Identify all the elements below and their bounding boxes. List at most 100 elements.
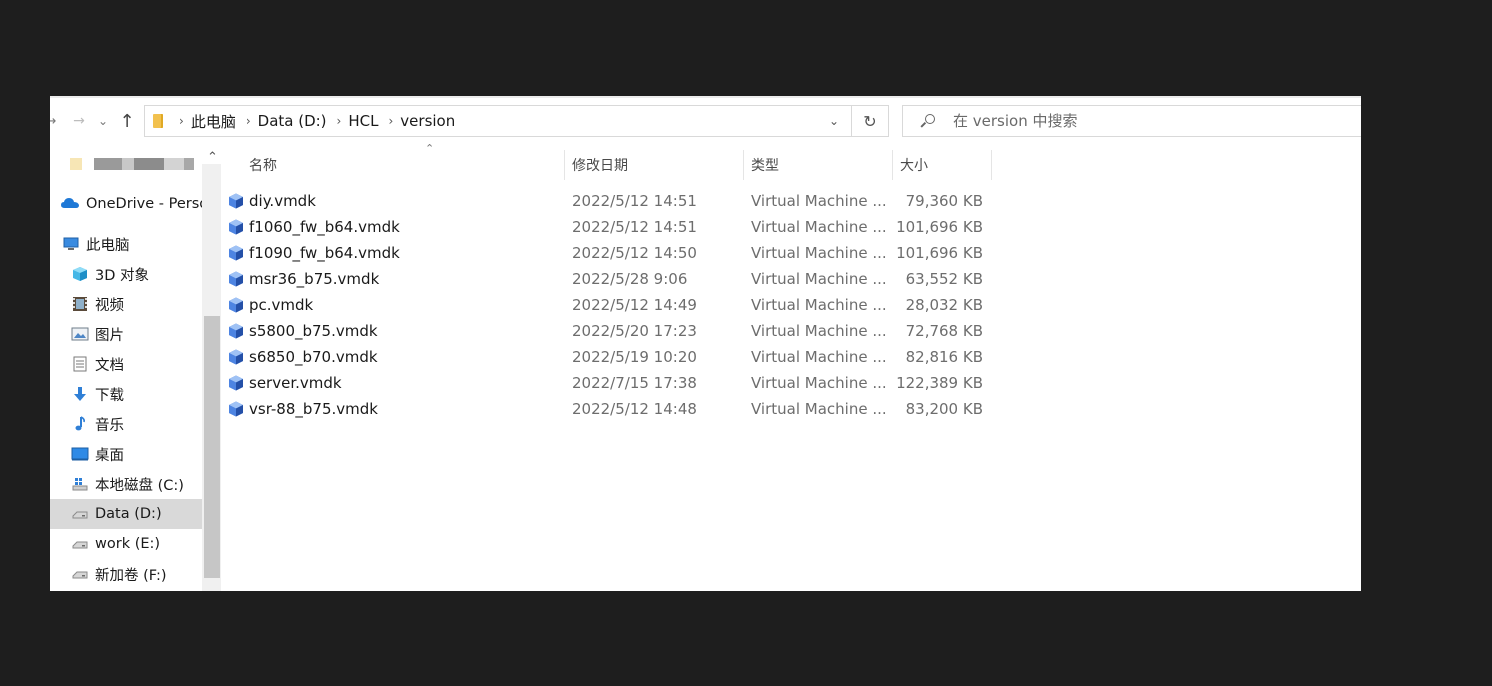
file-name[interactable]: server.vmdk [249, 370, 342, 396]
file-explorer-window: → → ⌄ ↑ › 此电脑 › Data (D:) › HCL › version ⌄ ↻ O… [50, 96, 1361, 591]
sidebar-item-label: 下载 [95, 387, 124, 404]
column-header-date-label: 修改日期 [572, 158, 628, 174]
breadcrumb-item[interactable]: 此电脑 [191, 111, 236, 132]
sidebar-item-8[interactable]: 桌面 [50, 439, 202, 469]
vmdk-file-icon [228, 323, 244, 339]
sidebar-item-6[interactable]: 下载 [50, 379, 202, 409]
chevron-right-icon[interactable]: › [246, 114, 251, 128]
file-date: 2022/5/12 14:51 [572, 192, 697, 210]
3d-objects-icon [71, 266, 89, 282]
file-size: 101,696 KB [896, 218, 983, 236]
address-dropdown-chevron-icon[interactable]: ⌄ [817, 106, 851, 136]
file-date: 2022/5/19 10:20 [572, 348, 697, 366]
pictures-icon [71, 326, 89, 342]
file-type: Virtual Machine ... [751, 296, 887, 314]
file-row[interactable]: s5800_b75.vmdk 2022/5/20 17:23 Virtual Mac… [222, 318, 1022, 344]
file-name[interactable]: f1060_fw_b64.vmdk [249, 214, 400, 240]
sidebar-item-label: 本地磁盘 (C:) [95, 477, 184, 494]
sort-ascending-icon: ⌃ [425, 142, 435, 155]
file-row[interactable]: server.vmdk 2022/7/15 17:38 Virtual Machin… [222, 370, 1022, 396]
desktop-icon [71, 446, 89, 462]
file-name[interactable]: msr36_b75.vmdk [249, 266, 379, 292]
file-size: 79,360 KB [905, 192, 983, 210]
system-drive-icon [71, 476, 89, 492]
quick-access-item-blurred[interactable] [70, 158, 200, 170]
sidebar-item-4[interactable]: 图片 [50, 319, 202, 349]
file-name[interactable]: vsr-88_b75.vmdk [249, 396, 378, 422]
address-bar[interactable]: › 此电脑 › Data (D:) › HCL › version ⌄ [144, 105, 851, 137]
vmdk-file-icon [228, 375, 244, 391]
column-header-size-label: 大小 [900, 158, 928, 174]
file-size: 122,389 KB [896, 374, 983, 392]
up-arrow-icon[interactable]: ↑ [116, 102, 138, 140]
breadcrumb-item[interactable]: version [400, 112, 455, 130]
search-input[interactable] [951, 111, 1335, 131]
sidebar-item-12[interactable]: 新加卷 (F:) [50, 559, 202, 589]
refresh-icon[interactable]: ↻ [851, 105, 889, 137]
sidebar-item-label: 3D 对象 [95, 267, 149, 284]
breadcrumb: › 此电脑 › Data (D:) › HCL › version [169, 111, 455, 132]
file-type: Virtual Machine ... [751, 400, 887, 418]
search-box[interactable] [902, 105, 1361, 137]
column-header-size[interactable]: 大小 [900, 146, 990, 184]
chevron-right-icon[interactable]: › [179, 114, 184, 128]
downloads-icon [71, 386, 89, 402]
file-size: 72,768 KB [905, 322, 983, 340]
vmdk-file-icon [228, 271, 244, 287]
file-name[interactable]: pc.vmdk [249, 292, 313, 318]
column-divider[interactable] [991, 150, 992, 180]
column-divider[interactable] [743, 150, 744, 180]
sidebar-item-3[interactable]: 视频 [50, 289, 202, 319]
sidebar-item-5[interactable]: 文档 [50, 349, 202, 379]
sidebar-scrollbar-thumb[interactable] [204, 316, 220, 578]
forward-arrow-icon[interactable]: → [68, 102, 90, 140]
column-divider[interactable] [564, 150, 565, 180]
file-row[interactable]: diy.vmdk 2022/5/12 14:51 Virtual Machine .… [222, 188, 1022, 214]
column-header-name[interactable]: 名称 ⌃ [249, 142, 559, 184]
vmdk-file-icon [228, 401, 244, 417]
sidebar-item-11[interactable]: work (E:) [50, 529, 202, 559]
sidebar-item-label: 新加卷 (F:) [95, 567, 167, 584]
sidebar-item-1[interactable]: 此电脑 [50, 229, 202, 259]
file-name[interactable]: f1090_fw_b64.vmdk [249, 240, 400, 266]
back-arrow-icon[interactable]: → [50, 102, 58, 140]
file-row[interactable]: f1060_fw_b64.vmdk 2022/5/12 14:51 Virtual … [222, 214, 1022, 240]
chevron-right-icon[interactable]: › [388, 114, 393, 128]
chevron-down-icon[interactable]: ⌄ [92, 102, 114, 140]
file-date: 2022/5/20 17:23 [572, 322, 697, 340]
column-header-type-label: 类型 [751, 158, 779, 174]
file-date: 2022/5/28 9:06 [572, 270, 688, 288]
sidebar-item-0[interactable]: OneDrive - Perso [50, 189, 202, 219]
sidebar-item-label: 文档 [95, 357, 124, 374]
onedrive-cloud-icon [60, 196, 80, 212]
file-row[interactable]: msr36_b75.vmdk 2022/5/28 9:06 Virtual Mach… [222, 266, 1022, 292]
breadcrumb-item[interactable]: HCL [348, 112, 378, 130]
file-row[interactable]: vsr-88_b75.vmdk 2022/5/12 14:48 Virtual Ma… [222, 396, 1022, 422]
file-size: 82,816 KB [905, 348, 983, 366]
sidebar-item-label: Data (D:) [95, 506, 162, 522]
breadcrumb-item[interactable]: Data (D:) [258, 112, 327, 130]
chevron-up-icon[interactable]: ⌃ [207, 150, 218, 165]
file-type: Virtual Machine ... [751, 192, 887, 210]
vmdk-file-icon [228, 193, 244, 209]
search-icon [920, 114, 935, 128]
file-row[interactable]: f1090_fw_b64.vmdk 2022/5/12 14:50 Virtual … [222, 240, 1022, 266]
sidebar-item-10[interactable]: Data (D:) [50, 499, 202, 529]
file-row[interactable]: pc.vmdk 2022/5/12 14:49 Virtual Machine ..… [222, 292, 1022, 318]
column-divider[interactable] [892, 150, 893, 180]
file-size: 28,032 KB [905, 296, 983, 314]
videos-icon [71, 296, 89, 312]
file-name[interactable]: s5800_b75.vmdk [249, 318, 378, 344]
column-header-date[interactable]: 修改日期 [572, 146, 742, 184]
chevron-right-icon[interactable]: › [337, 114, 342, 128]
column-header-type[interactable]: 类型 [751, 146, 891, 184]
file-date: 2022/5/12 14:51 [572, 218, 697, 236]
sidebar-item-7[interactable]: 音乐 [50, 409, 202, 439]
file-name[interactable]: diy.vmdk [249, 188, 316, 214]
sidebar-item-label: 视频 [95, 297, 124, 314]
file-row[interactable]: s6850_b70.vmdk 2022/5/19 10:20 Virtual Mac… [222, 344, 1022, 370]
sidebar-item-9[interactable]: 本地磁盘 (C:) [50, 469, 202, 499]
file-type: Virtual Machine ... [751, 218, 887, 236]
sidebar-item-2[interactable]: 3D 对象 [50, 259, 202, 289]
file-name[interactable]: s6850_b70.vmdk [249, 344, 378, 370]
